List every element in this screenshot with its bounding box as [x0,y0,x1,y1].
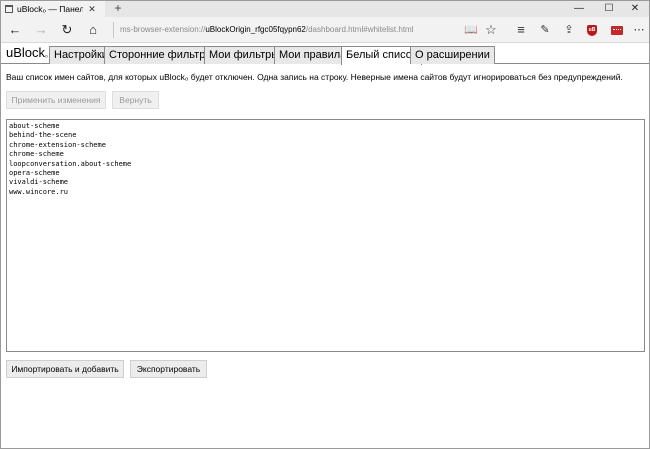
minimize-icon[interactable]: — [565,1,593,17]
more-icon[interactable]: ⋯ [631,22,647,38]
close-window-icon[interactable]: ✕ [621,1,649,17]
maximize-icon[interactable]: ☐ [595,1,623,17]
brand-subscript: ₀ [45,52,48,59]
whitelist-entry: chrome-scheme [9,150,64,159]
whitelist-entry: chrome-extension-scheme [9,140,106,149]
address-host: uBlockOrigin_rfgc05fqypn62 [205,25,306,34]
whitelist-entry: opera-scheme [9,168,60,177]
tab-my-filters[interactable]: Мои фильтры [204,46,285,64]
address-path: /dashboard.html#whitelist.html [305,25,414,34]
dashboard-tabs: uBlock₀ Настройки Сторонние фильтры Мои … [1,44,649,65]
favorite-star-icon[interactable]: ☆ [483,22,499,38]
hub-icon[interactable]: ≡ [513,22,529,38]
extension-icon[interactable] [611,26,623,35]
ublock-extension-icon[interactable]: uB [587,25,597,36]
whitelist-entry: about-scheme [9,122,60,130]
whitelist-entry: behind-the-scene [9,131,77,140]
browser-tab-dashboard[interactable]: uBlock₀ — Панель упра ✕ [1,1,105,17]
tab-my-rules[interactable]: Мои правила [274,46,352,64]
home-icon[interactable]: ⌂ [83,21,103,39]
revert-button[interactable]: Вернуть [112,91,159,109]
address-bar[interactable]: ms-browser-extension://uBlockOrigin_rfgc… [113,22,471,38]
ublock-brand: uBlock₀ [6,45,48,60]
apply-changes-button[interactable]: Применить изменения [6,91,106,109]
close-tab-icon[interactable]: ✕ [87,4,97,15]
whitelist-entry: loopconversation.about-scheme [9,159,132,168]
address-prefix: ms-browser-extension:// [120,25,206,34]
back-icon[interactable]: ← [5,21,25,39]
brand-name: uBlock [6,45,46,60]
whitelist-entry: vivaldi-scheme [9,178,69,187]
whitelist-description: Ваш список имен сайтов, для которых uBlo… [6,72,623,82]
refresh-icon[interactable]: ↻ [57,21,77,39]
export-button[interactable]: Экспортировать [130,360,207,378]
new-tab-button[interactable]: + [111,1,125,17]
share-icon[interactable]: ⇪ [561,22,577,38]
forward-icon[interactable]: → [31,21,51,39]
whitelist-textarea[interactable]: about-scheme behind-the-scene chrome-ext… [6,119,645,352]
tab-third-party-filters[interactable]: Сторонние фильтры [104,46,219,64]
navigation-bar: ← → ↻ ⌂ ms-browser-extension://uBlockOri… [1,17,649,43]
import-and-append-button[interactable]: Импортировать и добавить [6,360,124,378]
reading-view-icon[interactable]: 📖 [463,22,479,38]
tab-strip: uBlock₀ — Панель упра ✕ + — ☐ ✕ [1,1,649,17]
browser-window: uBlock₀ — Панель упра ✕ + — ☐ ✕ ← → ↻ ⌂ … [0,0,650,449]
page-icon [5,5,13,13]
whitelist-entry: www.wincore.ru [9,187,69,196]
web-note-icon[interactable]: ✎ [537,22,553,38]
browser-tab-title: uBlock₀ — Панель упра [17,4,83,14]
tab-about[interactable]: О расширении [410,46,495,64]
